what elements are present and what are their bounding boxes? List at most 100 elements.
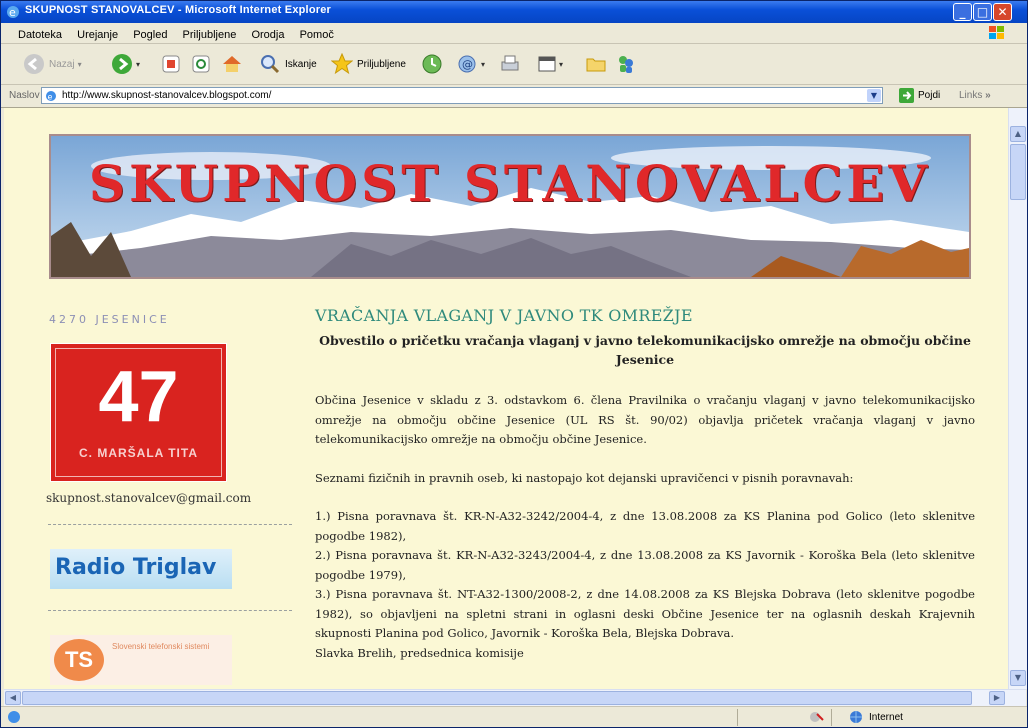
menu-datoteka[interactable]: Datoteka [13, 26, 67, 41]
address-bar: Naslov e http://www.skupnost-stanovalcev… [1, 85, 1027, 108]
back-label: Nazaj [49, 58, 75, 70]
scroll-down-icon[interactable]: ▼ [1010, 670, 1026, 686]
menu-pogled[interactable]: Pogled [128, 26, 172, 41]
plate-number: 47 [98, 357, 179, 437]
ts-banner-text: Slovenski telefonski sistemi [112, 642, 210, 651]
contact-email[interactable]: skupnost.stanovalcev@gmail.com [46, 491, 251, 505]
forward-dropdown-icon[interactable]: ▾ [136, 60, 140, 69]
edit-button[interactable]: ▾ [537, 50, 563, 78]
address-label: Naslov [9, 90, 40, 101]
print-icon [501, 55, 519, 71]
mail-dropdown-icon[interactable]: ▾ [481, 60, 485, 69]
go-button[interactable]: Pojdi [899, 88, 940, 103]
address-input[interactable]: e http://www.skupnost-stanovalcev.blogsp… [41, 87, 883, 104]
print-button[interactable] [499, 50, 521, 78]
stop-icon [162, 55, 180, 73]
search-label: Iskanje [285, 58, 317, 70]
ts-logo: TS [54, 639, 104, 681]
mail-icon: @ [458, 55, 476, 73]
sidebar-city: 4270 JESENICE [49, 313, 170, 326]
browser-window: e SKUPNOST STANOVALCEV - Microsoft Inter… [0, 0, 1028, 728]
close-button[interactable]: ✕ [993, 3, 1012, 21]
post-paragraph: 3.) Pisna poravnava št. NT-A32-1300/2008… [315, 587, 975, 640]
refresh-icon [192, 55, 210, 73]
favorites-button[interactable]: Priljubljene [331, 50, 406, 78]
svg-text:e: e [9, 6, 16, 19]
edit-icon [538, 56, 556, 72]
post-subtitle: Obvestilo o pričetku vračanja vlaganj v … [319, 333, 971, 367]
address-dropdown-icon[interactable]: ▼ [867, 89, 881, 102]
menu-pomoc[interactable]: Pomoč [295, 26, 339, 41]
status-separator [831, 709, 832, 726]
post-paragraph: 1.) Pisna poravnava št. KR-N-A32-3242/20… [315, 509, 975, 543]
menu-urejanje[interactable]: Urejanje [72, 26, 123, 41]
links-label: Links [959, 90, 983, 101]
home-icon [223, 56, 241, 72]
post-paragraph: Občina Jesenice v skladu z 3. odstavkom … [315, 393, 975, 446]
page-icon: e [46, 91, 56, 102]
back-button[interactable]: Nazaj ▾ [23, 50, 82, 78]
post-title[interactable]: VRAČANJA VLAGANJ V JAVNO TK OMREŽJE [315, 306, 975, 325]
search-button[interactable]: Iskanje [259, 50, 317, 78]
page-status-icon [8, 711, 20, 723]
links-button[interactable]: Links » [959, 90, 991, 101]
blog-post: VRAČANJA VLAGANJ V JAVNO TK OMREŽJE Obve… [315, 306, 975, 663]
stop-button[interactable] [161, 50, 181, 78]
sidebar-divider [48, 524, 292, 525]
favorites-star-icon [331, 53, 353, 75]
messenger-button[interactable] [615, 50, 637, 78]
ts-banner[interactable]: TS Slovenski telefonski sistemi [50, 635, 232, 685]
status-separator [737, 709, 738, 726]
window-title: SKUPNOST STANOVALCEV - Microsoft Interne… [25, 4, 332, 16]
page-content: SKUPNOST STANOVALCEV 4270 JESENICE 47 C.… [4, 108, 1008, 689]
history-icon [422, 54, 442, 74]
folder-button[interactable] [585, 50, 607, 78]
chevron-right-icon: » [985, 90, 991, 101]
house-number-plate: 47 C. MARŠALA TITA [50, 343, 227, 482]
globe-icon [850, 711, 862, 723]
forward-button[interactable]: ▾ [111, 50, 140, 78]
toolbar: Nazaj ▾ ▾ Iskanje Priljubljene @ ▾ ▾ [1, 44, 1027, 85]
edit-dropdown-icon[interactable]: ▾ [559, 60, 563, 69]
go-arrow-icon [899, 88, 914, 103]
blog-title: SKUPNOST STANOVALCEV [88, 154, 932, 213]
mail-button[interactable]: @ ▾ [457, 50, 485, 78]
post-signature: Slavka Brelih, predsednica komisije [315, 645, 524, 660]
status-bar: Internet [1, 706, 1027, 727]
zone-label: Internet [869, 711, 903, 723]
ie-logo-icon: e [7, 6, 19, 19]
back-arrow-icon [24, 54, 44, 74]
radio-triglav-logo: Radio Triglav [55, 555, 217, 580]
post-body: Občina Jesenice v skladu z 3. odstavkom … [315, 391, 975, 663]
menu-orodja[interactable]: Orodja [246, 26, 289, 41]
title-bar[interactable]: e SKUPNOST STANOVALCEV - Microsoft Inter… [1, 1, 1027, 23]
plate-street: C. MARŠALA TITA [79, 446, 198, 460]
maximize-button[interactable]: □ [973, 3, 992, 21]
security-icon [810, 712, 824, 722]
menu-priljubljene[interactable]: Priljubljene [178, 26, 242, 41]
windows-logo-icon [989, 26, 1004, 39]
radio-triglav-banner[interactable]: Radio Triglav [50, 549, 232, 589]
horizontal-scroll-thumb[interactable] [22, 691, 972, 705]
horizontal-scrollbar[interactable]: ◀ ▶ [4, 689, 1026, 706]
sidebar-divider [48, 610, 292, 611]
minimize-button[interactable]: _ [953, 3, 972, 21]
vertical-scroll-thumb[interactable] [1010, 144, 1026, 200]
post-paragraph: Seznami fizičnih in pravnih oseb, ki nas… [315, 470, 854, 485]
scroll-up-icon[interactable]: ▲ [1010, 126, 1026, 142]
folder-icon [586, 58, 606, 72]
address-url: http://www.skupnost-stanovalcev.blogspot… [62, 90, 272, 101]
home-button[interactable] [221, 50, 243, 78]
refresh-button[interactable] [191, 50, 211, 78]
back-dropdown-icon[interactable]: ▾ [78, 60, 82, 69]
scroll-left-icon[interactable]: ◀ [5, 691, 21, 705]
svg-text:@: @ [462, 58, 473, 71]
vertical-scrollbar[interactable]: ▲ ▼ [1008, 108, 1027, 689]
favorites-label: Priljubljene [357, 58, 406, 70]
forward-arrow-icon [112, 54, 132, 74]
go-label: Pojdi [918, 90, 941, 101]
history-button[interactable] [421, 50, 443, 78]
svg-text:e: e [48, 93, 53, 102]
scroll-right-icon[interactable]: ▶ [989, 691, 1005, 705]
menu-bar: Datoteka Urejanje Pogled Priljubljene Or… [1, 23, 1027, 44]
